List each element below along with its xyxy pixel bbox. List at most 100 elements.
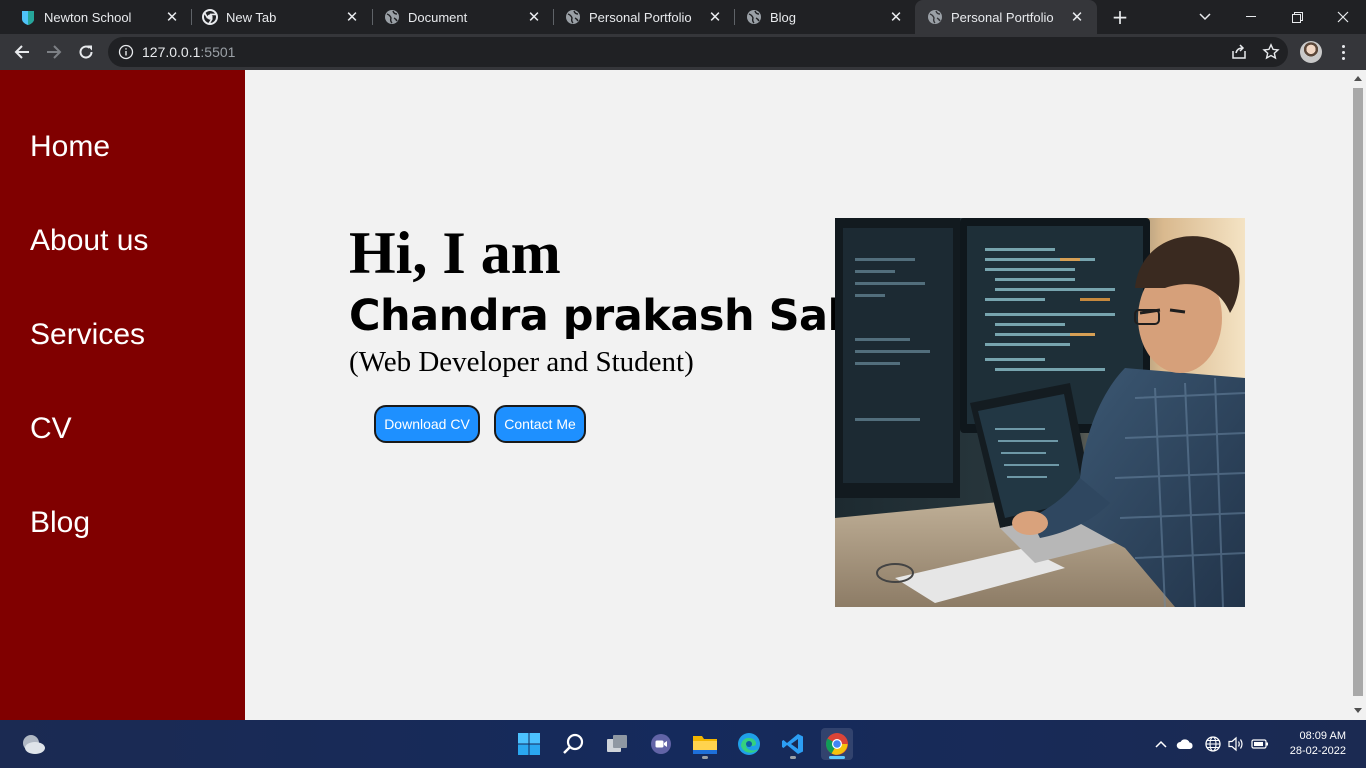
- download-cv-button[interactable]: Download CV: [374, 405, 480, 443]
- arrow-right-icon: [47, 45, 62, 59]
- scrollbar-thumb[interactable]: [1353, 88, 1363, 696]
- hero-photo: [835, 218, 1245, 607]
- chrome-taskbar-button[interactable]: [821, 728, 853, 760]
- tab-blog[interactable]: Blog ✕: [726, 0, 916, 34]
- restore-icon: [1291, 11, 1303, 23]
- url-port: :5501: [200, 44, 236, 60]
- forward-button[interactable]: [40, 38, 68, 66]
- browser-tab-strip: Newton School ✕ New Tab ✕ Document ✕ Per…: [0, 0, 1366, 34]
- task-view-icon: [607, 735, 627, 752]
- close-window-button[interactable]: [1320, 0, 1366, 34]
- page-scrollbar[interactable]: [1350, 70, 1366, 720]
- chrome-icon: [826, 733, 848, 755]
- volume-tray[interactable]: [1226, 734, 1246, 754]
- profile-avatar[interactable]: [1300, 41, 1322, 63]
- sidebar-item-home[interactable]: Home: [30, 130, 110, 164]
- chrome-icon: [202, 9, 218, 25]
- hero-role: (Web Developer and Student): [349, 346, 694, 378]
- vscode-button[interactable]: [777, 728, 809, 760]
- weather-cloud-icon: [23, 735, 45, 754]
- close-icon[interactable]: ✕: [1069, 9, 1085, 26]
- start-button[interactable]: [513, 728, 545, 760]
- sidebar-item-about-us[interactable]: About us: [30, 224, 148, 258]
- back-button[interactable]: [8, 38, 36, 66]
- reload-icon: [79, 45, 93, 59]
- restore-button[interactable]: [1274, 0, 1320, 34]
- tab-title: Newton School: [44, 9, 132, 25]
- url-text: 127.0.0.1:5501: [142, 44, 235, 60]
- address-bar[interactable]: 127.0.0.1:5501: [108, 37, 1288, 67]
- weather-widget[interactable]: [17, 728, 49, 760]
- close-icon: [1337, 11, 1349, 23]
- tab-search-button[interactable]: [1182, 0, 1228, 34]
- info-icon[interactable]: [118, 44, 134, 60]
- running-indicator: [702, 756, 708, 759]
- file-explorer-button[interactable]: [689, 728, 721, 760]
- hero-name: Chandra prakash Sah: [349, 291, 858, 341]
- scroll-up-arrow[interactable]: [1354, 76, 1362, 81]
- teams-chat-button[interactable]: [645, 728, 677, 760]
- clock-time: 08:09 AM: [1299, 730, 1346, 742]
- tab-personal-portfolio-active[interactable]: Personal Portfolio ✕: [915, 0, 1097, 34]
- close-icon[interactable]: ✕: [707, 9, 723, 26]
- clock-date: 28-02-2022: [1289, 745, 1346, 757]
- page-viewport: Home About us Services CV Blog Hi, I am …: [0, 70, 1366, 720]
- more-icon-dot: [1341, 50, 1345, 54]
- arrow-left-icon: [14, 45, 29, 59]
- tab-new-tab[interactable]: New Tab ✕: [182, 0, 372, 34]
- share-icon[interactable]: [1230, 43, 1248, 61]
- task-view-button[interactable]: [601, 728, 633, 760]
- sidebar-item-blog[interactable]: Blog: [30, 506, 90, 540]
- search-button[interactable]: [557, 728, 589, 760]
- chat-camera-icon: [651, 734, 671, 754]
- chevron-up-icon: [1155, 740, 1167, 748]
- browser-toolbar: 127.0.0.1:5501: [0, 34, 1366, 70]
- tab-personal-portfolio[interactable]: Personal Portfolio ✕: [545, 0, 735, 34]
- search-icon: [563, 733, 584, 754]
- tab-newton-school[interactable]: Newton School ✕: [0, 0, 192, 34]
- developer-photo-illustration: [835, 218, 1245, 607]
- minimize-button[interactable]: [1228, 0, 1274, 34]
- star-icon[interactable]: [1262, 43, 1280, 61]
- close-icon[interactable]: ✕: [526, 9, 542, 26]
- scroll-down-arrow[interactable]: [1354, 708, 1362, 713]
- tab-document[interactable]: Document ✕: [364, 0, 554, 34]
- close-icon[interactable]: ✕: [164, 9, 180, 26]
- globe-icon: [928, 10, 942, 24]
- close-icon[interactable]: ✕: [888, 9, 904, 26]
- battery-tray[interactable]: [1250, 734, 1270, 754]
- sidebar-item-services[interactable]: Services: [30, 318, 145, 352]
- windows-taskbar: 08:09 AM 28-02-2022: [0, 720, 1366, 768]
- network-tray[interactable]: [1203, 734, 1223, 754]
- tab-title: Personal Portfolio: [951, 9, 1054, 25]
- folder-icon: [693, 736, 717, 754]
- battery-icon: [1251, 739, 1268, 749]
- cloud-icon: [1176, 739, 1193, 749]
- globe-icon: [1205, 736, 1221, 752]
- chevron-down-icon: [1199, 13, 1211, 21]
- onedrive-tray[interactable]: [1175, 734, 1195, 754]
- edge-browser-button[interactable]: [733, 728, 765, 760]
- tab-title: New Tab: [226, 9, 277, 25]
- globe-icon: [385, 10, 399, 24]
- edge-icon: [738, 733, 760, 755]
- new-tab-button[interactable]: +: [1108, 5, 1132, 29]
- close-icon[interactable]: ✕: [344, 9, 360, 26]
- speaker-icon: [1228, 736, 1243, 752]
- contact-me-button[interactable]: Contact Me: [494, 405, 586, 443]
- windows-logo-icon: [518, 733, 540, 755]
- reload-button[interactable]: [72, 38, 100, 66]
- more-icon-dot: [1341, 56, 1345, 60]
- tab-title: Blog: [770, 9, 797, 25]
- browser-menu-button[interactable]: [1336, 40, 1350, 64]
- hero-greeting: Hi, I am: [349, 220, 561, 286]
- sidebar-item-cv[interactable]: CV: [30, 412, 72, 446]
- url-host: 127.0.0.1: [142, 44, 201, 60]
- show-hidden-icons-button[interactable]: [1151, 734, 1171, 754]
- sidebar-nav: Home About us Services CV Blog: [0, 70, 245, 720]
- tab-title: Document: [408, 9, 468, 25]
- system-clock[interactable]: 08:09 AM 28-02-2022: [1290, 729, 1346, 759]
- minimize-icon: [1246, 16, 1256, 17]
- running-indicator: [790, 756, 796, 759]
- more-icon: [1341, 44, 1345, 48]
